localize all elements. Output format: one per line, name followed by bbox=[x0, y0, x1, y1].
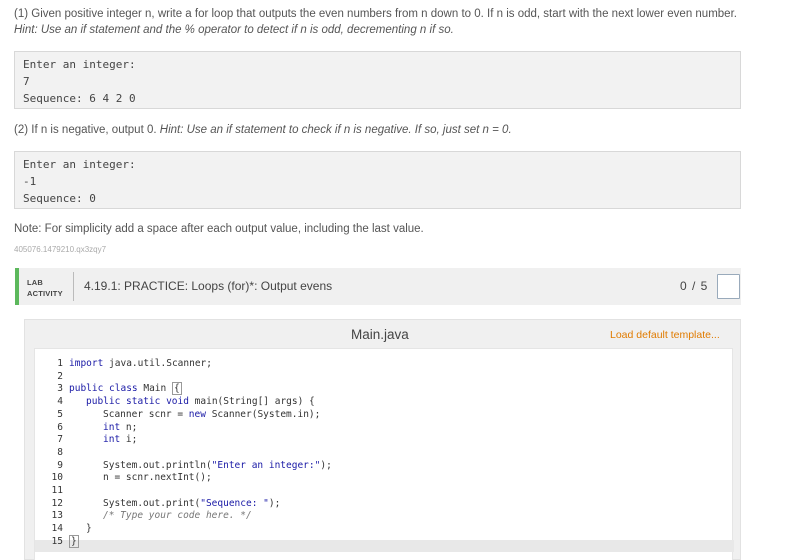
code-keyword: public static void bbox=[86, 396, 189, 408]
line-number: 1 bbox=[57, 358, 63, 369]
code-line-6: int n; bbox=[103, 422, 137, 435]
code-line-5: Scanner scnr = new Scanner(System.in); bbox=[103, 409, 320, 422]
matched-brace: { bbox=[171, 382, 182, 396]
code-text: i; bbox=[120, 434, 138, 446]
instruction-part-2-text: (2) If n is negative, output 0. bbox=[14, 124, 157, 136]
code-line-7: int i; bbox=[103, 434, 137, 447]
code-keyword: int bbox=[103, 421, 121, 433]
code-text: Main bbox=[137, 383, 172, 395]
instruction-part-2-hint: Hint: Use an if statement to check if n … bbox=[159, 124, 512, 136]
line-number: 5 bbox=[57, 408, 63, 420]
line-number: 10 bbox=[51, 472, 63, 484]
example-output-1: Enter an integer: 7 Sequence: 6 4 2 0 bbox=[14, 51, 741, 109]
code-text: System.out.println( bbox=[103, 459, 212, 471]
code-text: main(String[] args) { bbox=[188, 396, 315, 408]
instruction-part-1-text: (1) Given positive integer n, write a fo… bbox=[14, 8, 737, 20]
example-output-2: Enter an integer: -1 Sequence: 0 bbox=[14, 151, 741, 209]
line-number: 4 bbox=[57, 396, 63, 408]
code-keyword: int bbox=[103, 434, 121, 446]
example-2-input: -1 bbox=[23, 175, 37, 188]
file-name: Main.java bbox=[351, 327, 409, 342]
line-number: 11 bbox=[51, 485, 63, 496]
code-text: Scanner scnr = bbox=[103, 408, 189, 420]
score-box bbox=[717, 274, 740, 299]
code-keyword: public class bbox=[69, 383, 138, 395]
code-text: System.out.print( bbox=[103, 497, 201, 509]
code-text: java.util.Scanner; bbox=[103, 358, 212, 369]
load-default-template-link[interactable]: Load default template... bbox=[610, 329, 720, 341]
lab-title: 4.19.1: PRACTICE: Loops (for)*: Output e… bbox=[84, 279, 333, 293]
note-text: Note: For simplicity add a space after e… bbox=[14, 223, 424, 235]
line-number: 15 bbox=[51, 535, 63, 547]
code-line-3: public class Main { bbox=[69, 382, 182, 396]
editor-panel: Main.java Load default template... 12345… bbox=[24, 319, 741, 560]
code-line-9: System.out.println("Enter an integer:"); bbox=[103, 460, 332, 473]
line-number: 14 bbox=[51, 523, 63, 535]
line-number: 2 bbox=[57, 370, 63, 382]
example-2-output: Sequence: 0 bbox=[23, 192, 96, 205]
instruction-part-1: (1) Given positive integer n, write a fo… bbox=[14, 6, 754, 38]
line-number: 7 bbox=[57, 434, 63, 446]
lab-header-divider bbox=[73, 272, 74, 301]
activity-identifier: 405076.1479210.qx3zqy7 bbox=[14, 245, 107, 254]
line-number-gutter: 1 2 3 4 5 6 7 8 9 10 11 12 13 14 15 bbox=[35, 349, 65, 560]
code-line-4: public static void main(String[] args) { bbox=[86, 396, 315, 409]
code-text: n; bbox=[120, 421, 138, 433]
line-number: 12 bbox=[51, 497, 63, 509]
code-keyword: import bbox=[69, 358, 104, 369]
lab-activity-tag: LAB ACTIVITY bbox=[27, 277, 63, 299]
code-string: "Enter an integer:" bbox=[211, 459, 321, 471]
example-2-prompt: Enter an integer: bbox=[23, 158, 136, 171]
example-1-output: Sequence: 6 4 2 0 bbox=[23, 92, 136, 105]
line-number: 6 bbox=[57, 421, 63, 433]
line-number: 8 bbox=[57, 446, 63, 458]
code-line-12: System.out.print("Sequence: "); bbox=[103, 498, 280, 511]
code-comment: /* Type your code here. */ bbox=[103, 510, 252, 522]
code-line-1: import java.util.Scanner; bbox=[69, 358, 212, 371]
instruction-part-1-hint: Hint: Use an if statement and the % oper… bbox=[14, 24, 454, 36]
lab-tag-line-2: ACTIVITY bbox=[27, 289, 63, 298]
code-editor[interactable]: 1 2 3 4 5 6 7 8 9 10 11 12 13 14 15 import java.util.S… bbox=[34, 348, 734, 560]
line-number: 9 bbox=[57, 459, 63, 471]
example-1-prompt: Enter an integer: bbox=[23, 58, 136, 71]
code-keyword: new bbox=[188, 408, 206, 420]
code-line-15: } bbox=[69, 534, 79, 549]
lab-tag-line-1: LAB bbox=[27, 278, 44, 287]
code-text: ); bbox=[320, 459, 332, 471]
example-1-input: 7 bbox=[23, 75, 30, 88]
line-number: 13 bbox=[51, 510, 63, 522]
code-line-14: } bbox=[86, 523, 92, 535]
code-line-10: n = scnr.nextInt(); bbox=[103, 472, 212, 484]
line-number: 3 bbox=[57, 383, 63, 395]
code-line-13: /* Type your code here. */ bbox=[103, 510, 252, 523]
lab-score: 0 / 5 bbox=[680, 279, 709, 293]
matched-brace: } bbox=[69, 534, 79, 548]
code-text: ); bbox=[268, 497, 281, 509]
code-area[interactable]: import java.util.Scanner; public class M… bbox=[69, 349, 732, 560]
instruction-part-2: (2) If n is negative, output 0. Hint: Us… bbox=[14, 122, 754, 138]
code-string: "Sequence: " bbox=[200, 497, 269, 509]
code-text: Scanner(System.in); bbox=[205, 408, 321, 420]
lab-activity-header: LAB ACTIVITY 4.19.1: PRACTICE: Loops (fo… bbox=[15, 268, 741, 305]
